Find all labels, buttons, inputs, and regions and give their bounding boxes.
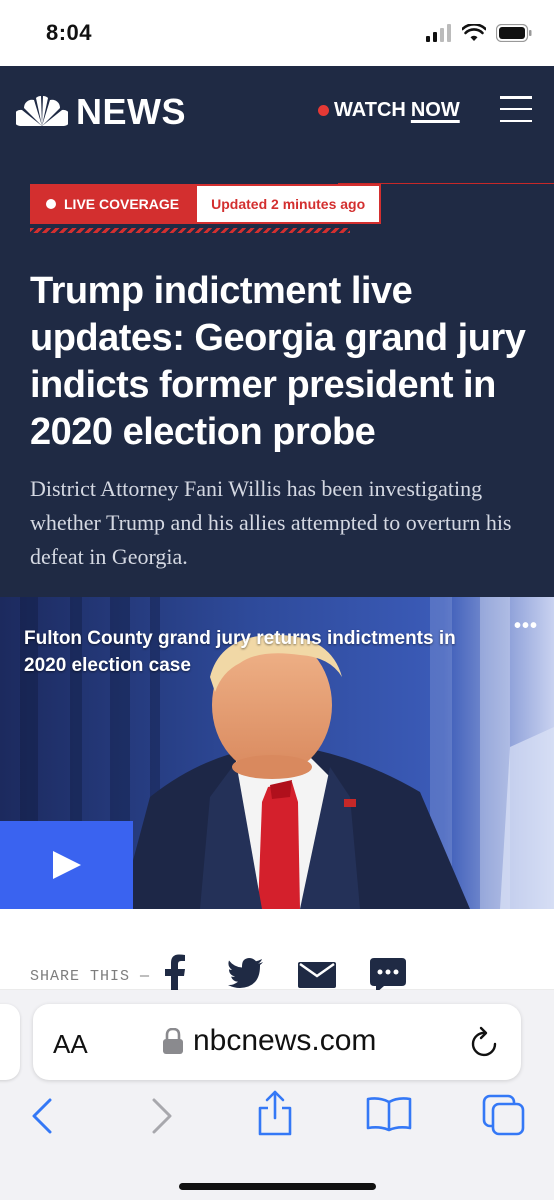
lock-icon [163,1028,183,1054]
updated-badge: Updated 2 minutes ago [195,184,382,224]
coverage-badges: LIVE COVERAGE Updated 2 minutes ago [30,184,382,224]
status-bar: 8:04 [0,0,554,66]
url-text: nbcnews.com [193,1024,377,1057]
live-coverage-badge[interactable]: LIVE COVERAGE [30,184,196,224]
share-icon[interactable] [256,1090,294,1136]
live-dot-icon [318,105,329,116]
live-dot-icon [46,199,56,209]
hamburger-menu-icon[interactable] [500,96,532,122]
badge-stripe [30,228,350,233]
url-display[interactable]: nbcnews.com [163,1024,376,1058]
wifi-icon [462,24,486,41]
status-time: 8:04 [46,20,93,45]
twitter-icon[interactable] [228,958,264,988]
nbc-news-logo[interactable]: NEWS [16,91,186,133]
video-player[interactable]: Fulton County grand jury returns indictm… [0,597,554,909]
status-icons [426,24,532,42]
article-dek: District Attorney Fani Willis has been i… [30,476,512,569]
email-icon[interactable] [298,962,336,988]
battery-icon [496,24,532,42]
reload-icon[interactable] [471,1026,499,1058]
live-coverage-label: LIVE COVERAGE [64,196,180,212]
comment-icon[interactable] [370,958,406,994]
article-hero: LIVE COVERAGE Updated 2 minutes ago Trum… [0,184,554,597]
article-headline: Trump indictment live updates: Georgia g… [30,270,526,453]
home-indicator [179,1183,376,1190]
previous-tab-preview[interactable] [0,1004,20,1080]
watch-label: WATCH [334,99,406,121]
more-options-icon[interactable]: ••• [514,615,538,638]
share-label: SHARE THIS — [30,967,151,985]
forward-icon[interactable] [150,1098,174,1134]
play-icon [52,851,81,879]
now-label: NOW [410,99,460,121]
site-header: NEWS WATCH NOW [0,66,554,185]
browser-toolbar: AA nbcnews.com [0,990,554,1200]
watch-now-link[interactable]: WATCH NOW [318,99,460,122]
navigation-toolbar [0,1090,554,1150]
video-caption: Fulton County grand jury returns indictm… [24,628,456,676]
bookmarks-icon[interactable] [366,1096,412,1132]
reader-options-button[interactable]: AA [53,1029,88,1060]
tabs-icon[interactable] [482,1094,526,1136]
browser-page: 8:04 NEWS WATCH NOW LIVE COVERAGE Update… [0,0,554,1200]
brand-text: NEWS [76,91,186,132]
address-bar[interactable]: AA nbcnews.com [33,1004,521,1080]
play-button[interactable] [0,821,133,909]
signal-icon [426,24,451,42]
back-icon[interactable] [30,1098,54,1134]
facebook-icon[interactable] [164,954,186,994]
peacock-logo-icon [16,96,68,126]
